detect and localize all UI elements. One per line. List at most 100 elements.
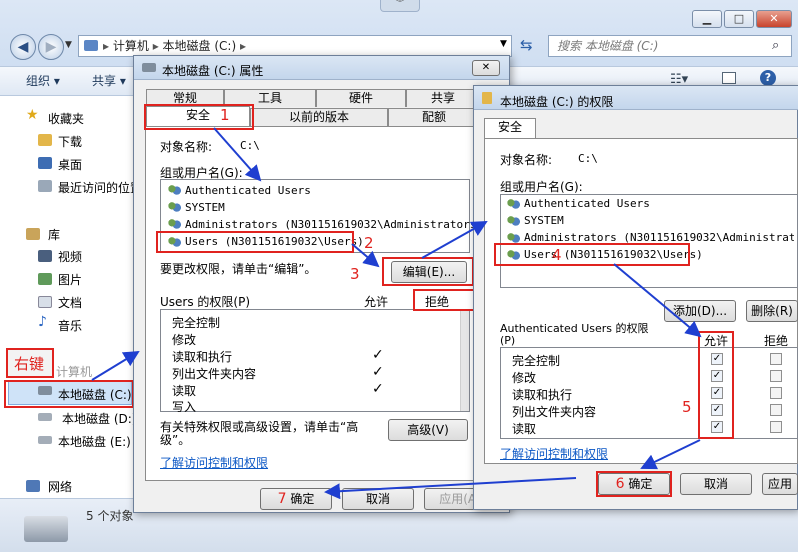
drive-title-icon: [142, 63, 156, 72]
address-bar[interactable]: ▸ 计算机 ▸ 本地磁盘 (C:) ▸: [78, 35, 512, 57]
user-row-system[interactable]: SYSTEM: [185, 201, 225, 214]
tab-previous-versions[interactable]: 以前的版本: [250, 108, 388, 126]
users-row-highlight: [156, 231, 354, 253]
back-button[interactable]: ◀: [10, 34, 36, 60]
recent-pages-dropdown[interactable]: ▼: [65, 40, 72, 50]
favorites-star-icon: ★: [26, 107, 39, 123]
refresh-icon[interactable]: ⇆: [520, 36, 533, 54]
disk-d-icon: [38, 413, 52, 421]
deny-read-checkbox[interactable]: [770, 421, 782, 433]
tab-sharing[interactable]: 共享: [406, 89, 480, 107]
nav-documents[interactable]: 文档: [58, 294, 82, 311]
library-icon: [26, 228, 40, 240]
perm-users-row-highlight: [494, 243, 690, 266]
properties-cancel-button[interactable]: 取消: [342, 488, 414, 510]
nav-disk-e[interactable]: 本地磁盘 (E:): [58, 433, 131, 450]
tab-quota[interactable]: 配额: [388, 108, 480, 126]
minimize-button[interactable]: ▁: [692, 10, 722, 28]
nav-desktop[interactable]: 桌面: [58, 156, 82, 173]
disk-c-highlight-box: [4, 380, 134, 408]
perm-group-list-label: 组或用户名(G):: [500, 180, 583, 194]
window-top-grip: ︾: [380, 0, 420, 12]
user-group-icon: [167, 184, 181, 196]
perm-user-row-authenticated[interactable]: Authenticated Users: [524, 197, 650, 210]
nav-computer[interactable]: 计算机: [56, 363, 92, 380]
perm-read-execute: 读取和执行: [512, 388, 573, 402]
address-dropdown-icon[interactable]: ▼: [500, 39, 507, 49]
forward-button[interactable]: ▶: [38, 34, 64, 60]
breadcrumb-computer[interactable]: 计算机: [113, 39, 149, 53]
nav-favorites[interactable]: 收藏夹: [48, 110, 84, 127]
nav-pictures[interactable]: 图片: [58, 271, 82, 288]
step-2-label: 2: [364, 234, 374, 252]
edit-button-highlight: [382, 257, 474, 286]
organize-menu[interactable]: 组织 ▾: [26, 72, 60, 89]
pictures-icon: [38, 273, 52, 285]
close-button[interactable]: ✕: [756, 10, 792, 28]
user-group-icon: [167, 218, 181, 230]
deny-read-execute-checkbox[interactable]: [770, 387, 782, 399]
help-icon[interactable]: ?: [760, 70, 776, 86]
videos-icon: [38, 250, 52, 262]
user-row-administrators[interactable]: Administrators (N301151619032\Administra…: [185, 218, 483, 231]
drive-large-icon: [24, 516, 68, 542]
nav-libraries[interactable]: 库: [48, 226, 60, 243]
perm-user-row-system[interactable]: SYSTEM: [524, 214, 564, 227]
permissions-title: 本地磁盘 (C:) 的权限: [500, 95, 614, 109]
search-input[interactable]: 搜索 本地磁盘 (C:): [548, 35, 792, 57]
nav-videos[interactable]: 视频: [58, 248, 82, 265]
perm-full-control: 完全控制: [172, 316, 221, 330]
allow-deny-highlight: [413, 289, 475, 311]
nav-recent-places[interactable]: 最近访问的位置: [58, 179, 134, 196]
disk-e-icon: [38, 436, 52, 444]
search-icon[interactable]: ⌕: [772, 38, 779, 53]
breadcrumb-disk-c[interactable]: 本地磁盘 (C:): [163, 39, 237, 53]
maximize-button[interactable]: □: [724, 10, 754, 28]
share-menu[interactable]: 共享 ▾: [92, 72, 126, 89]
add-button[interactable]: 添加(D)...: [664, 300, 736, 322]
properties-close-button[interactable]: ✕: [472, 60, 500, 76]
nav-network[interactable]: 网络: [48, 478, 72, 495]
perm-read: 读取: [512, 422, 537, 436]
recent-places-icon: [38, 180, 52, 192]
allow-check-icon: ✓: [372, 381, 384, 397]
perm-apply-button[interactable]: 应用: [762, 473, 798, 495]
step-3-label: 3: [350, 265, 360, 283]
nav-music[interactable]: 音乐: [58, 317, 82, 334]
preview-pane-icon[interactable]: [722, 72, 736, 84]
step-5-label: 5: [682, 398, 692, 416]
permissions-label: Users 的权限(P): [160, 295, 251, 309]
remove-button[interactable]: 删除(R): [746, 300, 798, 322]
perm-learn-access-control-link[interactable]: 了解访问控制和权限: [500, 445, 608, 462]
deny-list-folder-checkbox[interactable]: [770, 404, 782, 416]
deny-full-control-checkbox[interactable]: [770, 353, 782, 365]
user-group-icon: [506, 198, 520, 210]
perm-write: 写入: [172, 400, 197, 414]
perm-full-control: 完全控制: [512, 354, 561, 368]
perm-ok-highlight: [596, 471, 672, 497]
perm-permissions-label: Authenticated Users 的权限: [500, 322, 649, 335]
learn-access-control-link[interactable]: 了解访问控制和权限: [160, 454, 268, 471]
perm-list-folder: 列出文件夹内容: [172, 367, 257, 381]
tab-hardware[interactable]: 硬件: [316, 89, 406, 107]
perm-permissions-label-suffix: (P): [500, 334, 516, 347]
computer-icon: [84, 40, 98, 51]
user-group-icon: [506, 215, 520, 227]
advanced-button[interactable]: 高级(V): [388, 419, 468, 441]
perm-tab-security[interactable]: 安全: [484, 118, 536, 140]
user-row-authenticated[interactable]: Authenticated Users: [185, 184, 311, 197]
properties-title: 本地磁盘 (C:) 属性: [162, 64, 264, 78]
documents-icon: [38, 296, 52, 308]
perm-modify: 修改: [512, 371, 537, 385]
properties-ok-label: 确定: [290, 492, 315, 506]
nav-downloads[interactable]: 下载: [58, 133, 82, 150]
allow-column-highlight: [698, 331, 734, 439]
permissions-scrollbar[interactable]: [460, 310, 469, 411]
properties-ok-button[interactable]: 7 确定: [260, 488, 332, 510]
allow-header: 允许: [364, 295, 389, 309]
nav-disk-d[interactable]: 本地磁盘 (D:): [62, 410, 136, 427]
security-tab-highlight: [144, 104, 254, 130]
perm-cancel-button[interactable]: 取消: [680, 473, 752, 495]
object-name-label: 对象名称:: [160, 140, 213, 154]
deny-modify-checkbox[interactable]: [770, 370, 782, 382]
